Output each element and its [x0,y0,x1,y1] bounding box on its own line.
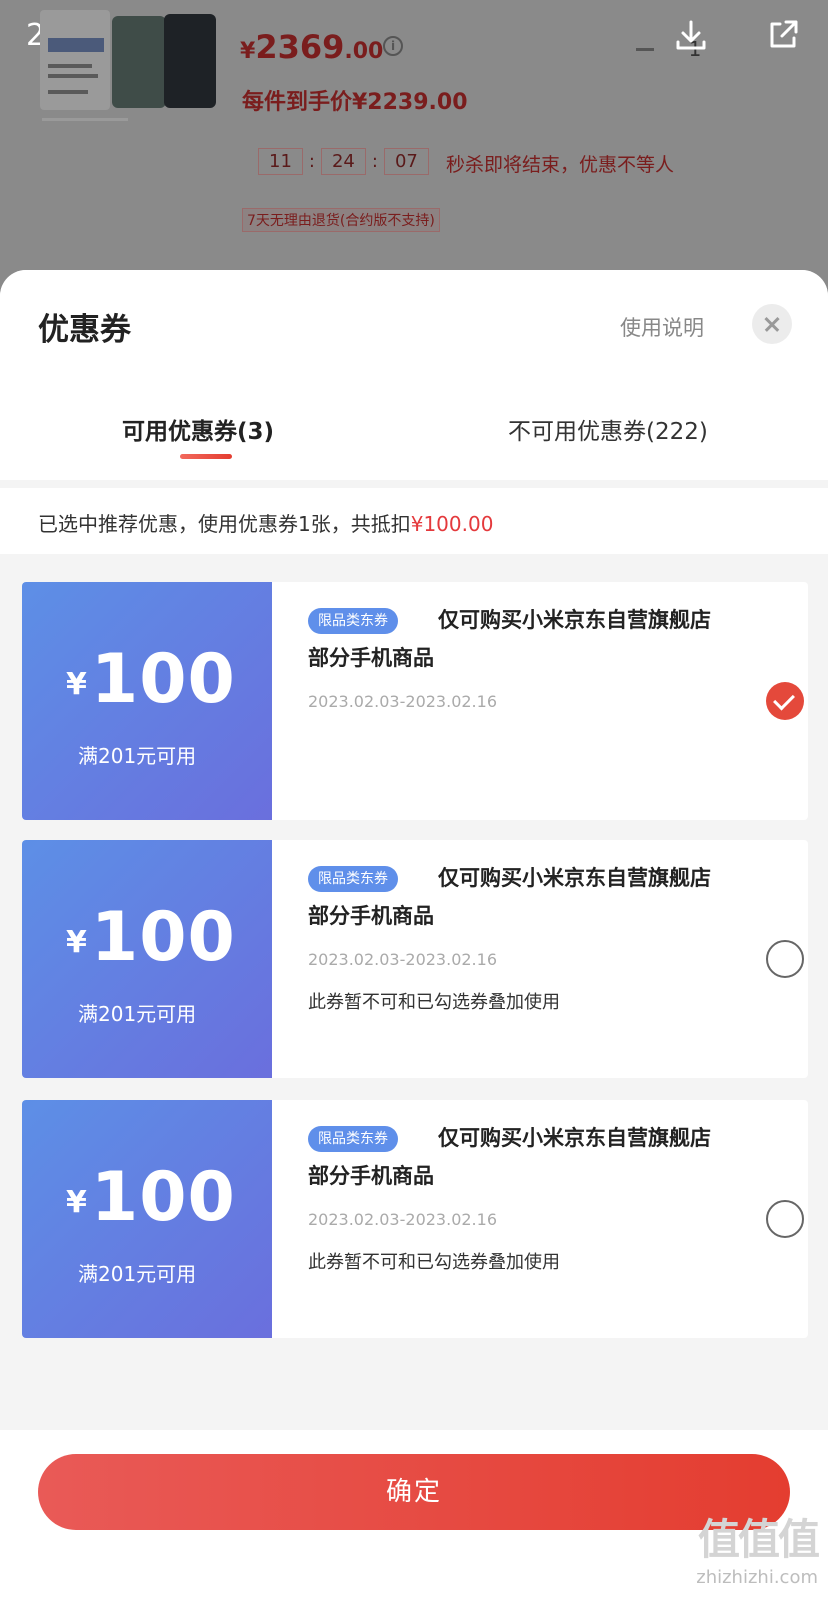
minus-icon[interactable] [636,47,654,51]
product-box-image [40,10,110,110]
coupon-stacking-note: 此券暂不可和已勾选券叠加使用 [308,992,560,1013]
countdown-seconds: 07 [383,148,429,175]
coupon-title-line2: 部分手机商品 [308,1164,434,1188]
coupon-value-panel: ¥100 满201元可用 [22,582,272,820]
coupon-amount: ¥100 [66,898,236,977]
active-tab-indicator [180,454,232,459]
coupon-details: 限品类东券 仅可购买小米京东自营旗舰店 部分手机商品 2023.02.03-20… [288,840,808,1078]
coupon-type-badge: 限品类东券 [308,608,398,634]
coupon-select-radio-checked[interactable] [766,682,804,720]
coupon-stacking-note: 此券暂不可和已勾选券叠加使用 [308,1252,560,1273]
coupon-validity-date: 2023.02.03-2023.02.16 [308,950,497,969]
coupon-title-line2: 部分手机商品 [308,904,434,928]
info-icon[interactable]: i [383,36,403,56]
product-thumbnail [40,10,216,121]
coupon-condition: 满201元可用 [78,744,197,768]
coupon-condition: 满201元可用 [78,1002,197,1026]
coupon-details: 限品类东券 仅可购买小米京东自营旗舰店 部分手机商品 2023.02.03-20… [288,1100,808,1338]
coupon-condition: 满201元可用 [78,1262,197,1286]
phone-back-image [112,16,166,108]
coupon-card[interactable]: ¥100 满201元可用 限品类东券 仅可购买小米京东自营旗舰店 部分手机商品 … [22,1100,808,1338]
coupon-select-radio[interactable] [766,1200,804,1238]
coupon-card[interactable]: ¥100 满201元可用 限品类东券 仅可购买小米京东自营旗舰店 部分手机商品 … [22,840,808,1078]
sheet-header: 优惠券 使用说明 可用优惠券(3) 不可用优惠券(222) [0,270,828,480]
coupon-type-badge: 限品类东券 [308,1126,398,1152]
coupon-title: 仅可购买小米京东自营旗舰店 [438,866,711,890]
unit-price: 每件到手价¥2239.00 [242,90,468,115]
watermark-logo: 值值值 [697,1515,820,1564]
product-price: ¥2369.00 [240,28,384,66]
coupon-type-badge: 限品类东券 [308,866,398,892]
coupon-select-radio[interactable] [766,940,804,978]
coupon-title: 仅可购买小米京东自营旗舰店 [438,1126,711,1150]
download-icon[interactable] [674,18,708,52]
close-button[interactable] [752,304,792,344]
coupon-card[interactable]: ¥100 满201元可用 限品类东券 仅可购买小米京东自营旗舰店 部分手机商品 … [22,582,808,820]
confirm-button[interactable]: 确定 [38,1454,790,1530]
top-actions [674,18,800,52]
countdown-minutes: 24 [320,148,366,175]
countdown-timer: 11 : 24 : 07 [258,148,429,175]
coupon-amount: ¥100 [66,1158,236,1237]
return-policy-badge: 7天无理由退货(合约版不支持) [242,208,440,232]
sheet-footer: 确定 值值值 zhizhizhi.com [0,1430,828,1610]
coupon-title-line2: 部分手机商品 [308,646,434,670]
coupon-amount: ¥100 [66,640,236,719]
share-icon[interactable] [766,18,800,52]
summary-text: 已选中推荐优惠，使用优惠券1张，共抵扣 [38,512,411,536]
coupon-value-panel: ¥100 满201元可用 [22,840,272,1078]
countdown-hours: 11 [258,148,303,175]
tab-unavailable-coupons[interactable]: 不可用优惠券(222) [508,412,708,446]
tab-available-coupons[interactable]: 可用优惠券(3) [122,412,274,446]
coupon-list: ¥100 满201元可用 限品类东券 仅可购买小米京东自营旗舰店 部分手机商品 … [22,582,808,1360]
phone-front-image [164,14,216,108]
coupon-validity-date: 2023.02.03-2023.02.16 [308,692,497,711]
coupon-sheet: 优惠券 使用说明 可用优惠券(3) 不可用优惠券(222) 已选中推荐优惠，使用… [0,270,828,1610]
product-header-overlay: 2/2 ¥2369.00 i 1 每件到手价¥2239.00 11 : 24 : [0,0,828,290]
summary-amount: ¥100.00 [410,512,494,536]
selection-summary: 已选中推荐优惠，使用优惠券1张，共抵扣¥100.00 [0,488,828,554]
watermark-url: zhizhizhi.com [696,1567,818,1588]
usage-instructions-link[interactable]: 使用说明 [620,312,704,342]
coupon-title: 仅可购买小米京东自营旗舰店 [438,608,711,632]
countdown-text: 秒杀即将结束，优惠不等人 [446,154,675,176]
coupon-details: 限品类东券 仅可购买小米京东自营旗舰店 部分手机商品 2023.02.03-20… [288,582,808,820]
site-watermark: 值值值 zhizhizhi.com [696,1506,820,1588]
sheet-title: 优惠券 [38,312,131,348]
coupon-value-panel: ¥100 满201元可用 [22,1100,272,1338]
coupon-validity-date: 2023.02.03-2023.02.16 [308,1210,497,1229]
